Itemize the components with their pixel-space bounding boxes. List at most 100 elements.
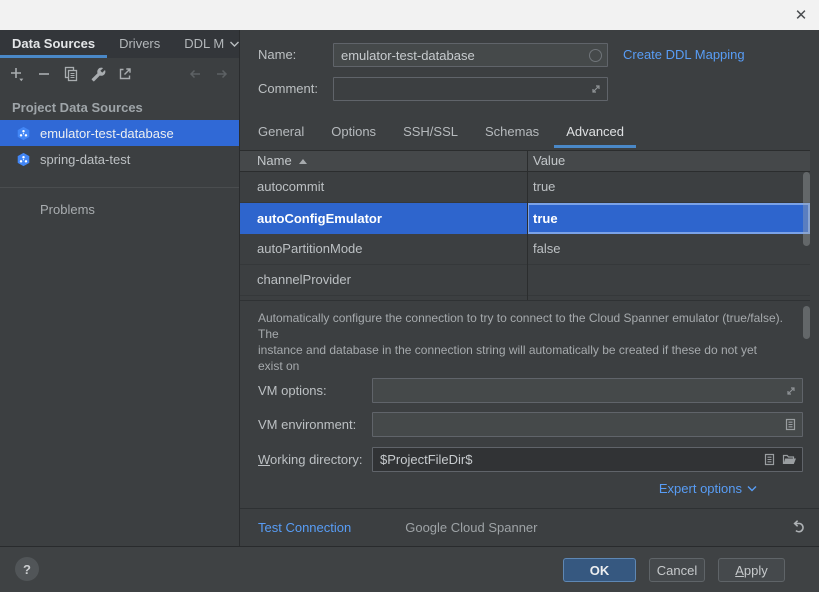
column-header-name[interactable]: Name: [240, 151, 527, 171]
connection-bar: Test Connection Google Cloud Spanner: [240, 509, 819, 546]
data-source-list: emulator-test-database spring-data-test: [0, 120, 239, 172]
working-directory-label: Working directory:: [258, 447, 363, 472]
vm-options-field[interactable]: [372, 378, 803, 403]
property-value-cell[interactable]: [527, 265, 810, 295]
wrench-icon[interactable]: [90, 66, 106, 82]
left-panel: Data Sources Drivers DDL M: [0, 30, 240, 546]
settings-panel: Name: Create DDL Mapping Comment: Genera…: [240, 30, 819, 546]
spanner-icon: [16, 126, 31, 141]
property-name: channelProvider: [257, 265, 351, 295]
column-divider: [527, 151, 528, 300]
close-icon[interactable]: ✕: [789, 3, 813, 27]
tab-drivers[interactable]: Drivers: [107, 30, 172, 58]
driver-name: Google Cloud Spanner: [405, 520, 537, 535]
back-icon[interactable]: [187, 66, 203, 82]
name-label: Name:: [258, 43, 296, 67]
cancel-button[interactable]: Cancel: [649, 558, 705, 582]
list-divider: [0, 187, 239, 188]
dialog-buttons: OK Cancel Apply: [563, 558, 785, 582]
list-item-spring-data-test[interactable]: spring-data-test: [0, 146, 239, 172]
tab-options[interactable]: Options: [319, 115, 388, 148]
tab-ddl-mappings-label: DDL M: [184, 30, 224, 58]
chevron-down-icon: [229, 40, 240, 48]
data-sources-dialog: ✕ Data Sources Drivers DDL M: [0, 0, 819, 592]
description-scrollbar[interactable]: [803, 306, 810, 339]
expert-options-link[interactable]: Expert options: [659, 480, 757, 496]
table-row[interactable]: channelProvider: [240, 265, 810, 296]
apply-button-label: Apply: [735, 563, 768, 578]
expert-options-label: Expert options: [659, 481, 742, 496]
test-connection-link[interactable]: Test Connection: [258, 520, 351, 535]
comment-field[interactable]: [333, 77, 608, 101]
settings-tab-strip: General Options SSH/SSL Schemas Advanced: [246, 115, 636, 148]
data-source-name: spring-data-test: [40, 152, 130, 167]
variables-list-icon[interactable]: [784, 418, 797, 431]
add-icon[interactable]: [9, 66, 25, 82]
property-name-cell[interactable]: channelProvider: [240, 265, 527, 295]
working-directory-field[interactable]: [372, 447, 803, 472]
vm-environment-field[interactable]: [372, 412, 803, 437]
vm-options-input[interactable]: [373, 379, 802, 402]
tab-data-sources[interactable]: Data Sources: [0, 30, 107, 58]
table-row[interactable]: autocommit true: [240, 172, 810, 203]
ok-button[interactable]: OK: [563, 558, 636, 582]
column-header-value[interactable]: Value: [527, 151, 810, 171]
working-directory-row: Working directory:: [240, 447, 819, 472]
table-row[interactable]: autoPartitionMode false: [240, 234, 810, 265]
revert-icon[interactable]: [789, 517, 807, 535]
column-header-name-label: Name: [257, 151, 292, 171]
vm-environment-label: VM environment:: [258, 412, 356, 437]
window-titlebar: ✕: [0, 0, 819, 30]
vm-environment-row: VM environment:: [240, 412, 819, 437]
property-name: autocommit: [257, 172, 324, 202]
dialog-footer: ? OK Cancel Apply: [0, 546, 819, 592]
tab-general[interactable]: General: [246, 115, 316, 148]
comment-label: Comment:: [258, 77, 318, 101]
expand-icon[interactable]: [785, 385, 797, 397]
comment-input[interactable]: [334, 78, 607, 100]
tab-schemas[interactable]: Schemas: [473, 115, 551, 148]
project-data-sources-header: Project Data Sources: [12, 100, 143, 115]
property-name-cell[interactable]: autocommit: [240, 172, 527, 202]
property-value-cell[interactable]: false: [527, 234, 810, 264]
property-description: Automatically configure the connection t…: [240, 300, 810, 372]
tab-advanced[interactable]: Advanced: [554, 115, 636, 148]
browse-folder-icon[interactable]: [782, 453, 797, 466]
vm-options-row: VM options:: [240, 378, 819, 403]
apply-button[interactable]: Apply: [718, 558, 785, 582]
variables-list-icon[interactable]: [763, 453, 776, 466]
table-header-row: Name Value: [240, 151, 810, 172]
property-name-cell[interactable]: autoPartitionMode: [240, 234, 527, 264]
vm-options-label: VM options:: [258, 378, 327, 403]
expand-icon[interactable]: [590, 83, 602, 95]
vm-environment-input[interactable]: [373, 413, 802, 436]
cancel-button-label: Cancel: [657, 563, 697, 578]
help-icon[interactable]: ?: [15, 557, 39, 581]
description-line: Automatically configure the connection t…: [258, 310, 784, 342]
property-name-cell[interactable]: autoConfigEmulator: [240, 203, 527, 234]
property-value-cell[interactable]: true: [527, 172, 810, 202]
property-value-cell-editing[interactable]: true: [527, 203, 810, 234]
property-name: autoPartitionMode: [257, 234, 363, 264]
sort-ascending-icon: [299, 159, 307, 164]
property-name: autoConfigEmulator: [257, 203, 382, 234]
problems-node[interactable]: Problems: [40, 202, 95, 217]
chevron-down-icon: [747, 485, 757, 492]
table-row-selected[interactable]: autoConfigEmulator true: [240, 203, 810, 234]
properties-table: Name Value autocommit true autoConfigEmu…: [240, 150, 810, 300]
list-item-emulator-test-database[interactable]: emulator-test-database: [0, 120, 239, 146]
remove-icon[interactable]: [36, 66, 52, 82]
create-ddl-mapping-link[interactable]: Create DDL Mapping: [623, 43, 745, 67]
forward-icon[interactable]: [214, 66, 230, 82]
open-ddl-icon[interactable]: [117, 66, 133, 82]
datasource-toolbar: [0, 58, 239, 90]
name-field[interactable]: [333, 43, 608, 67]
data-source-name: emulator-test-database: [40, 126, 174, 141]
tab-ssh-ssl[interactable]: SSH/SSL: [391, 115, 470, 148]
working-directory-input[interactable]: [373, 448, 802, 471]
name-input[interactable]: [334, 44, 607, 66]
table-scrollbar[interactable]: [803, 172, 810, 246]
description-line: instance and database in the connection …: [258, 342, 784, 372]
spanner-icon: [16, 152, 31, 167]
copy-icon[interactable]: [63, 66, 79, 82]
